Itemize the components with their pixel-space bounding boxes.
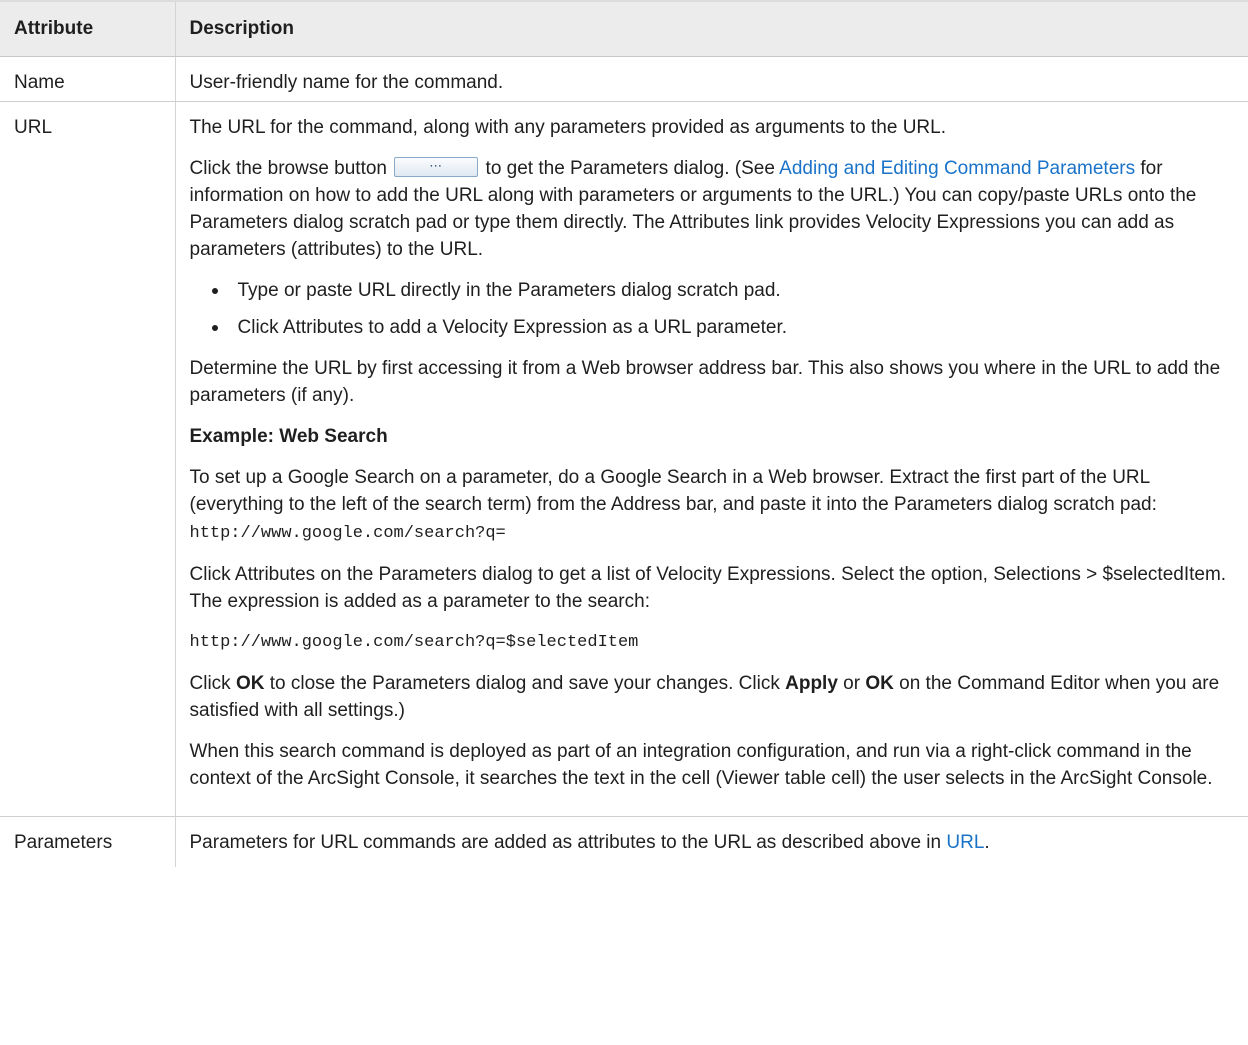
bullet-text: Click Attributes to add a Velocity Expre…	[237, 317, 788, 338]
attribute-cell-parameters: Parameters	[14, 832, 113, 853]
description-cell-parameters: Parameters for URL commands are added as…	[174, 816, 1248, 867]
example-attributes-paragraph: Click Attributes on the Parameters dialo…	[189, 564, 1227, 612]
ellipsis-icon: ⋯	[429, 158, 444, 173]
table-header: Attribute Description	[0, 0, 1248, 57]
bullet-icon	[211, 288, 218, 294]
example-google-text: To set up a Google Search on a parameter…	[189, 467, 1157, 515]
attributes-table: Attribute Description Name User-friendly…	[0, 0, 1248, 867]
description-cell-name: User-friendly name for the command.	[174, 56, 1248, 102]
url-browse-text-b: to get the Parameters dialog. (See	[480, 158, 780, 179]
list-item: Click Attributes to add a Velocity Expre…	[190, 314, 1235, 341]
attribute-cell-name: Name	[0, 56, 175, 102]
url-link[interactable]: URL	[946, 832, 984, 853]
ok-label: OK	[235, 673, 265, 694]
ok-text-c: or	[837, 673, 866, 694]
ok-label-2: OK	[865, 673, 894, 694]
table-row-parameters: Parameters Parameters for URL commands a…	[0, 816, 1248, 867]
url-browse-paragraph: Click the browse button ⋯ to get the Par…	[190, 155, 1235, 263]
ok-text-b: to close the Parameters dialog and save …	[264, 673, 786, 694]
table-row-name: Name User-friendly name for the command.	[0, 56, 1248, 102]
parameters-text-a: Parameters for URL commands are added as…	[189, 832, 947, 853]
list-item: Type or paste URL directly in the Parame…	[190, 277, 1235, 304]
url-bullet-list: Type or paste URL directly in the Parame…	[190, 277, 1235, 341]
parameters-text-b: .	[984, 832, 990, 853]
example-code-line: http://www.google.com/search?q=$selected…	[189, 633, 639, 652]
bullet-icon	[211, 325, 218, 331]
table-row-url: URL The URL for the command, along with …	[0, 101, 1248, 817]
deployment-paragraph: When this search command is deployed as …	[189, 741, 1213, 789]
example-google-code: http://www.google.com/search?q=	[189, 524, 506, 543]
adding-editing-parameters-link[interactable]: Adding and Editing Command Parameters	[779, 158, 1135, 179]
example-ok-paragraph: Click OK to close the Parameters dialog …	[190, 670, 1235, 724]
browse-button[interactable]: ⋯	[394, 157, 479, 177]
header-description: Description	[174, 0, 1248, 57]
url-determine-paragraph: Determine the URL by first accessing it …	[189, 358, 1221, 406]
apply-label: Apply	[785, 673, 838, 694]
bullet-text: Type or paste URL directly in the Parame…	[237, 280, 781, 301]
description-cell-url: The URL for the command, along with any …	[174, 101, 1248, 817]
url-intro-paragraph: The URL for the command, along with any …	[189, 117, 947, 138]
example-heading: Example: Web Search	[189, 426, 388, 447]
url-browse-text-a: Click the browse button	[189, 158, 393, 179]
attribute-cell-url: URL	[0, 101, 175, 817]
header-row: Attribute Description	[0, 0, 1248, 57]
ok-text-a: Click	[189, 673, 236, 694]
example-google-paragraph: To set up a Google Search on a parameter…	[190, 464, 1235, 547]
header-attribute: Attribute	[0, 0, 175, 57]
